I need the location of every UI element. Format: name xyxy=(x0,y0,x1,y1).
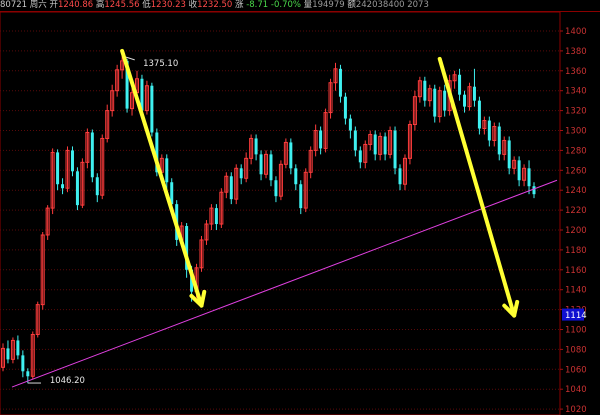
open-value: 1240.86 xyxy=(57,0,94,10)
y-tick-label: 1280 xyxy=(565,146,587,156)
candle-body-down xyxy=(229,176,233,200)
candle-body-down xyxy=(95,177,99,196)
quote-date: 80721 xyxy=(0,0,28,10)
y-tick-label: 1160 xyxy=(565,266,587,276)
candle-body-down xyxy=(239,168,243,179)
close-label: 收 xyxy=(188,0,198,10)
candle-body-down xyxy=(299,184,303,209)
candle-body-down xyxy=(353,130,357,151)
candle-body-down xyxy=(274,180,278,197)
amount-value: 242038400 xyxy=(355,0,405,10)
candle-body-down xyxy=(348,118,352,131)
low-annotation: 1046.20 xyxy=(50,376,85,386)
volume-label: 量 xyxy=(303,0,313,10)
high-annotation: 1375.10 xyxy=(143,59,178,69)
trade-count-value: 2073 xyxy=(407,0,429,10)
candle-body-down xyxy=(294,168,298,185)
candle-body-down xyxy=(358,150,362,163)
quote-weekday: 周六 xyxy=(29,0,47,10)
candle-body-down xyxy=(56,152,60,185)
candle-body-down xyxy=(70,150,74,172)
low-label: 低 xyxy=(142,0,151,10)
candle-body-down xyxy=(472,86,476,101)
candlestick-chart: 1400 1380 1360 1340 1320 1300 1280 1260 1240 1220… xyxy=(0,11,600,415)
y-tick-label: 1180 xyxy=(565,246,587,256)
candle-body-down xyxy=(343,96,347,119)
quote-header: 80721 周六 开1240.86 高1245.56 低1230.23 收123… xyxy=(0,0,560,11)
y-tick-label: 1080 xyxy=(565,345,587,355)
open-label: 开 xyxy=(49,0,58,10)
candle-body-down xyxy=(75,171,79,206)
candle-body-down xyxy=(21,355,25,372)
amount-label: 额 xyxy=(347,0,356,10)
arrow-right-shaft xyxy=(437,56,517,318)
close-value: 1232.50 xyxy=(197,0,233,10)
y-tick-label: 1380 xyxy=(565,47,587,57)
candle-body-down xyxy=(433,88,437,117)
candle-body-down xyxy=(527,168,531,187)
y-tick-label: 1240 xyxy=(565,186,587,196)
candle-body-down xyxy=(6,348,10,360)
candle-body-down xyxy=(497,126,501,155)
change-pct-value: -0.70% xyxy=(270,0,301,10)
candle-body-down xyxy=(393,130,397,169)
price-box-label: 1114 xyxy=(565,311,587,321)
change-value: -8.71 xyxy=(246,0,269,10)
candle-body-down xyxy=(463,94,467,107)
candle-body-down xyxy=(383,136,387,155)
y-tick-label: 1220 xyxy=(565,206,587,216)
y-tick-label: 1100 xyxy=(565,326,587,336)
high-value: 1245.56 xyxy=(104,0,140,10)
volume-value: 194979 xyxy=(312,0,345,10)
candle-body-down xyxy=(289,142,293,169)
low-value: 1230.23 xyxy=(150,0,186,10)
y-tick-label: 1040 xyxy=(565,385,587,395)
change-label: 涨 xyxy=(234,0,244,10)
y-tick-label: 1360 xyxy=(565,67,587,77)
candle-body-down xyxy=(214,208,218,225)
y-tick-label: 1260 xyxy=(565,166,587,176)
candle-body-down xyxy=(259,154,263,175)
candle-body-down xyxy=(398,168,402,185)
candle-body-down xyxy=(254,138,258,155)
y-tick-label: 1140 xyxy=(565,286,587,296)
y-tick-label: 1020 xyxy=(565,405,587,415)
candle-body-down xyxy=(487,120,491,141)
candle-body-down xyxy=(507,140,511,169)
candle-body-down xyxy=(517,160,521,181)
y-tick-label: 1060 xyxy=(565,365,587,375)
candle-body-down xyxy=(532,186,536,195)
candle-body-down xyxy=(26,371,30,377)
candle-body-down xyxy=(443,90,447,111)
y-tick-label: 1320 xyxy=(565,107,587,117)
candle-body-down xyxy=(165,158,169,183)
candle-body-down xyxy=(373,134,377,155)
candle-body-down xyxy=(423,80,427,101)
candle-body-down xyxy=(458,74,462,95)
y-tick-label: 1300 xyxy=(565,127,587,137)
y-tick-label: 1200 xyxy=(565,226,587,236)
candle-body-down xyxy=(61,184,65,189)
y-tick-label: 1400 xyxy=(565,27,587,37)
plot-frame xyxy=(0,11,561,415)
candle-body-down xyxy=(16,340,20,356)
y-tick-label: 1340 xyxy=(565,87,587,97)
candle-body-down xyxy=(269,154,273,181)
candle-body-down xyxy=(338,68,342,97)
arrow-left-shaft xyxy=(120,48,204,308)
candle-body-down xyxy=(90,132,94,178)
candle-body-down xyxy=(319,130,323,149)
candle-body-down xyxy=(150,85,154,133)
candle-body-down xyxy=(477,100,481,129)
support-trendline xyxy=(11,179,558,388)
